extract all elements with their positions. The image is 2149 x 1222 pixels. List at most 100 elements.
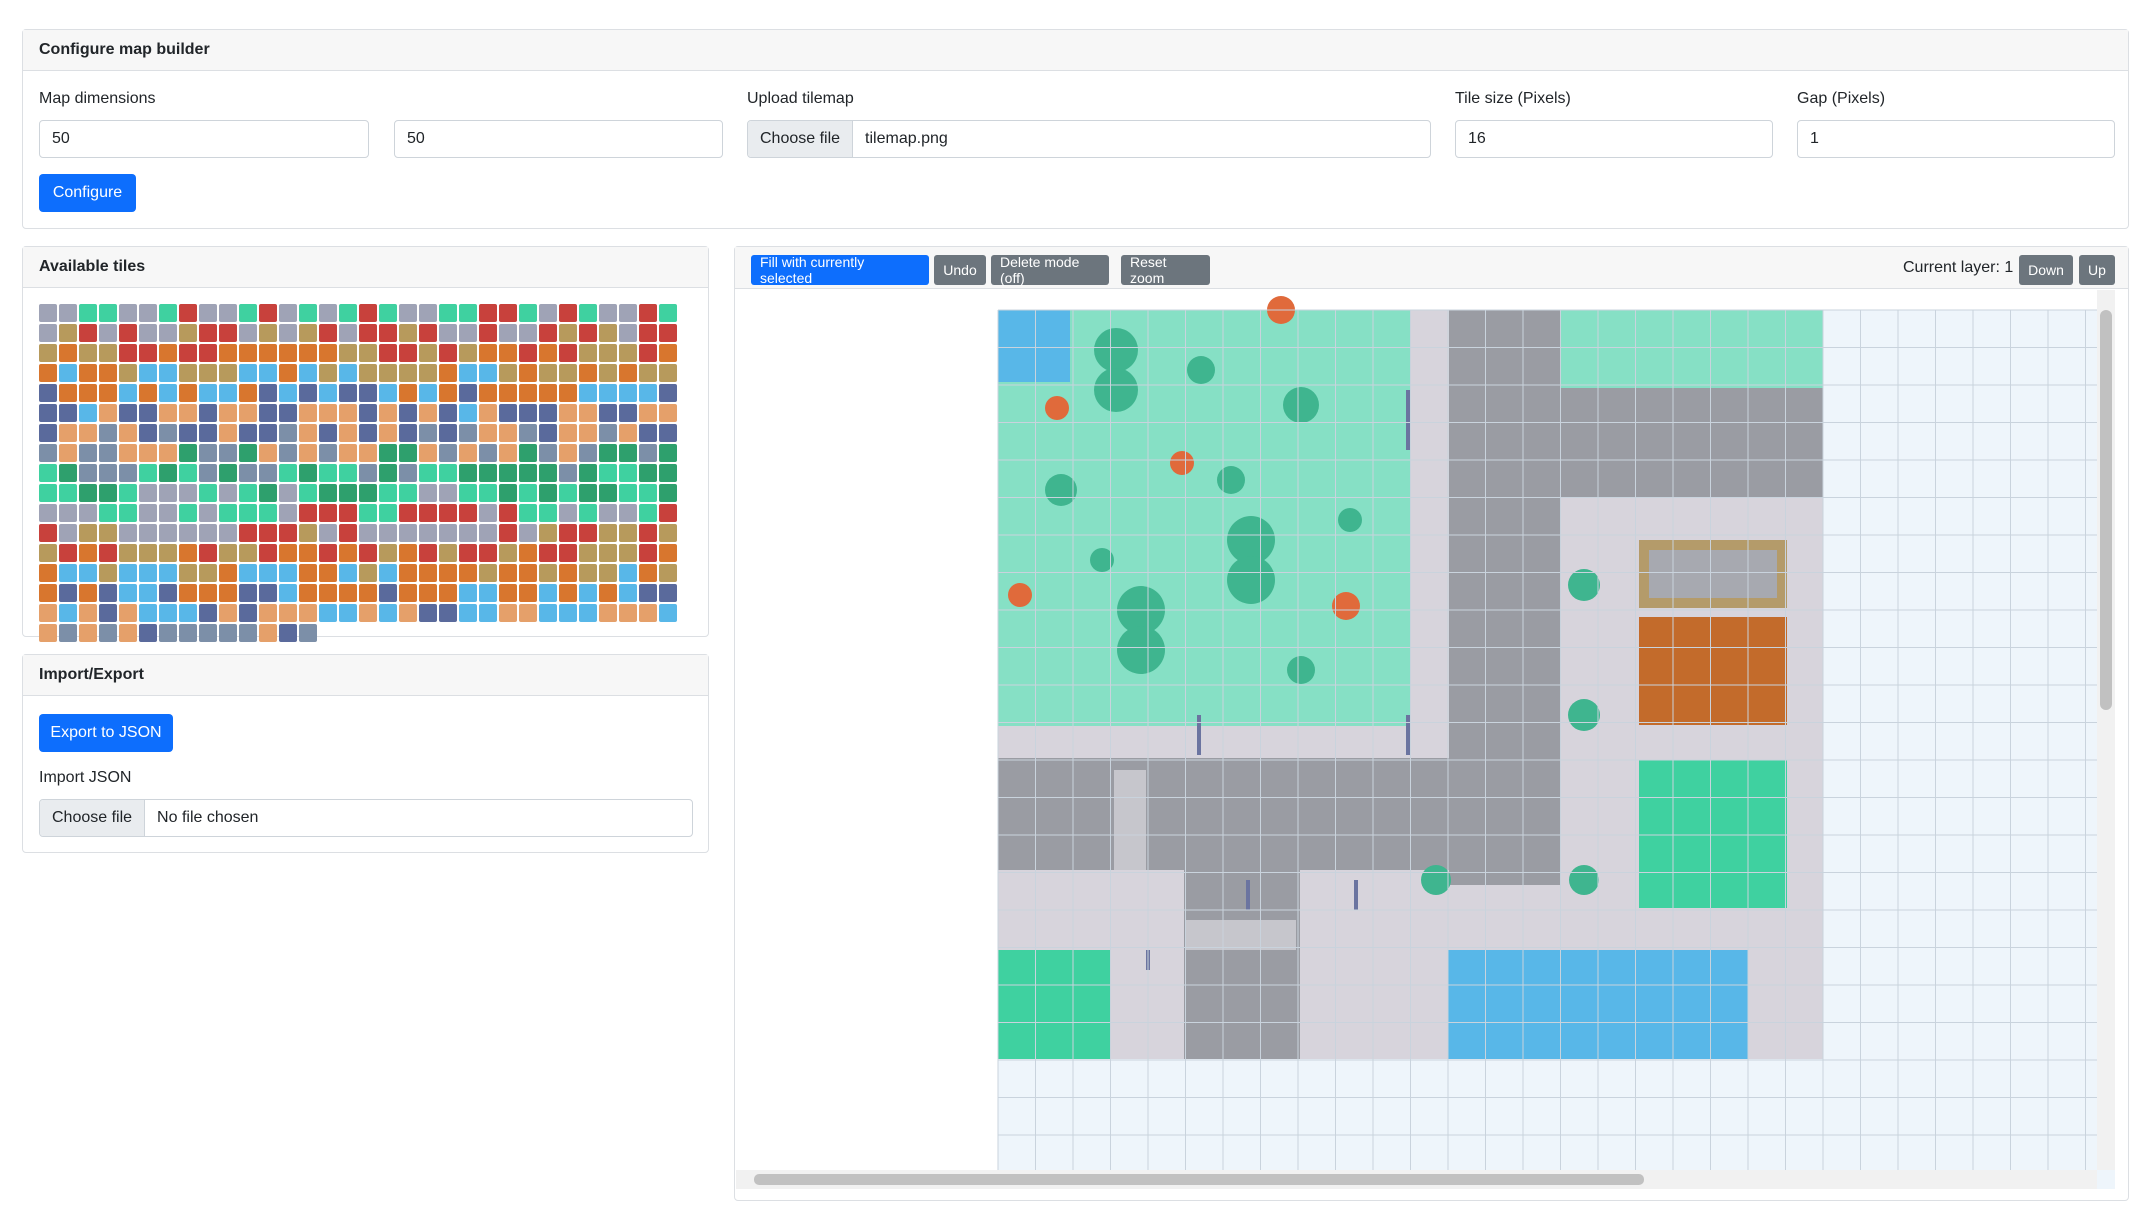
tile-swatch[interactable] xyxy=(479,344,497,362)
tile-swatch[interactable] xyxy=(259,504,277,522)
tile-swatch[interactable] xyxy=(219,604,237,622)
tile-swatch[interactable] xyxy=(499,364,517,382)
tile-swatch[interactable] xyxy=(79,444,97,462)
tile-swatch[interactable] xyxy=(279,364,297,382)
tile-swatch[interactable] xyxy=(499,384,517,402)
tile-swatch[interactable] xyxy=(499,404,517,422)
tile-swatch[interactable] xyxy=(239,324,257,342)
tile-swatch[interactable] xyxy=(659,584,677,602)
tile-swatch[interactable] xyxy=(539,384,557,402)
tile-swatch[interactable] xyxy=(299,344,317,362)
tile-swatch[interactable] xyxy=(519,484,537,502)
tile-swatch[interactable] xyxy=(59,544,77,562)
tile-swatch[interactable] xyxy=(259,624,277,642)
tile-swatch[interactable] xyxy=(39,364,57,382)
tile-swatch[interactable] xyxy=(59,524,77,542)
tile-swatch[interactable] xyxy=(599,564,617,582)
tile-swatch[interactable] xyxy=(379,344,397,362)
tile-swatch[interactable] xyxy=(119,304,137,322)
tile-swatch[interactable] xyxy=(459,384,477,402)
tile-swatch[interactable] xyxy=(619,404,637,422)
tile-swatch[interactable] xyxy=(59,624,77,642)
tile-swatch[interactable] xyxy=(259,604,277,622)
tile-swatch[interactable] xyxy=(199,504,217,522)
tile-swatch[interactable] xyxy=(159,504,177,522)
tile-swatch[interactable] xyxy=(239,384,257,402)
tile-swatch[interactable] xyxy=(319,564,337,582)
tile-swatch[interactable] xyxy=(299,384,317,402)
tile-swatch[interactable] xyxy=(539,584,557,602)
tile-swatch[interactable] xyxy=(619,504,637,522)
tile-swatch[interactable] xyxy=(359,304,377,322)
tile-swatch[interactable] xyxy=(159,424,177,442)
tile-swatch[interactable] xyxy=(399,464,417,482)
tile-swatch[interactable] xyxy=(239,344,257,362)
tile-swatch[interactable] xyxy=(479,604,497,622)
tile-swatch[interactable] xyxy=(579,524,597,542)
tile-swatch[interactable] xyxy=(559,564,577,582)
tile-swatch[interactable] xyxy=(459,604,477,622)
tile-swatch[interactable] xyxy=(659,604,677,622)
tile-swatch[interactable] xyxy=(199,344,217,362)
tile-swatch[interactable] xyxy=(599,344,617,362)
tile-swatch[interactable] xyxy=(39,404,57,422)
tile-swatch[interactable] xyxy=(659,504,677,522)
tile-swatch[interactable] xyxy=(579,344,597,362)
tile-swatch[interactable] xyxy=(599,384,617,402)
tile-swatch[interactable] xyxy=(419,524,437,542)
tile-swatch[interactable] xyxy=(359,444,377,462)
tile-swatch[interactable] xyxy=(99,604,117,622)
tile-swatch[interactable] xyxy=(659,544,677,562)
tile-swatch[interactable] xyxy=(319,324,337,342)
tile-swatch[interactable] xyxy=(39,464,57,482)
tile-swatch[interactable] xyxy=(259,444,277,462)
tile-swatch[interactable] xyxy=(339,464,357,482)
tile-swatch[interactable] xyxy=(39,584,57,602)
tile-swatch[interactable] xyxy=(399,524,417,542)
tile-swatch[interactable] xyxy=(299,624,317,642)
tile-swatch[interactable] xyxy=(219,344,237,362)
tile-swatch[interactable] xyxy=(119,524,137,542)
layer-down-button[interactable]: Down xyxy=(2019,255,2073,285)
tile-swatch[interactable] xyxy=(539,424,557,442)
tile-swatch[interactable] xyxy=(579,564,597,582)
tile-swatch[interactable] xyxy=(619,584,637,602)
tile-swatch[interactable] xyxy=(199,484,217,502)
tile-swatch[interactable] xyxy=(559,484,577,502)
tile-swatch[interactable] xyxy=(59,344,77,362)
tile-swatch[interactable] xyxy=(379,524,397,542)
tile-swatch[interactable] xyxy=(639,584,657,602)
tile-swatch[interactable] xyxy=(559,464,577,482)
tile-swatch[interactable] xyxy=(119,484,137,502)
tile-swatch[interactable] xyxy=(199,464,217,482)
tile-swatch[interactable] xyxy=(119,624,137,642)
tile-swatch[interactable] xyxy=(319,424,337,442)
tile-swatch[interactable] xyxy=(499,544,517,562)
tile-swatch[interactable] xyxy=(79,524,97,542)
tile-swatch[interactable] xyxy=(519,564,537,582)
tile-swatch[interactable] xyxy=(399,304,417,322)
tile-swatch[interactable] xyxy=(359,524,377,542)
tile-swatch[interactable] xyxy=(559,544,577,562)
tile-swatch[interactable] xyxy=(99,584,117,602)
tile-swatch[interactable] xyxy=(99,484,117,502)
tile-swatch[interactable] xyxy=(99,404,117,422)
tile-swatch[interactable] xyxy=(259,344,277,362)
tile-swatch[interactable] xyxy=(279,324,297,342)
tile-swatch[interactable] xyxy=(559,324,577,342)
tile-swatch[interactable] xyxy=(159,464,177,482)
tile-swatch[interactable] xyxy=(579,364,597,382)
tile-swatch[interactable] xyxy=(639,564,657,582)
tile-swatch[interactable] xyxy=(39,324,57,342)
tile-swatch[interactable] xyxy=(119,604,137,622)
tile-swatch[interactable] xyxy=(99,624,117,642)
tile-swatch[interactable] xyxy=(379,504,397,522)
tile-swatch[interactable] xyxy=(139,564,157,582)
tile-swatch[interactable] xyxy=(319,504,337,522)
tile-swatch[interactable] xyxy=(399,584,417,602)
tile-swatch[interactable] xyxy=(159,344,177,362)
tile-swatch[interactable] xyxy=(619,484,637,502)
tile-swatch[interactable] xyxy=(319,364,337,382)
tile-swatch[interactable] xyxy=(99,424,117,442)
tile-swatch[interactable] xyxy=(119,364,137,382)
